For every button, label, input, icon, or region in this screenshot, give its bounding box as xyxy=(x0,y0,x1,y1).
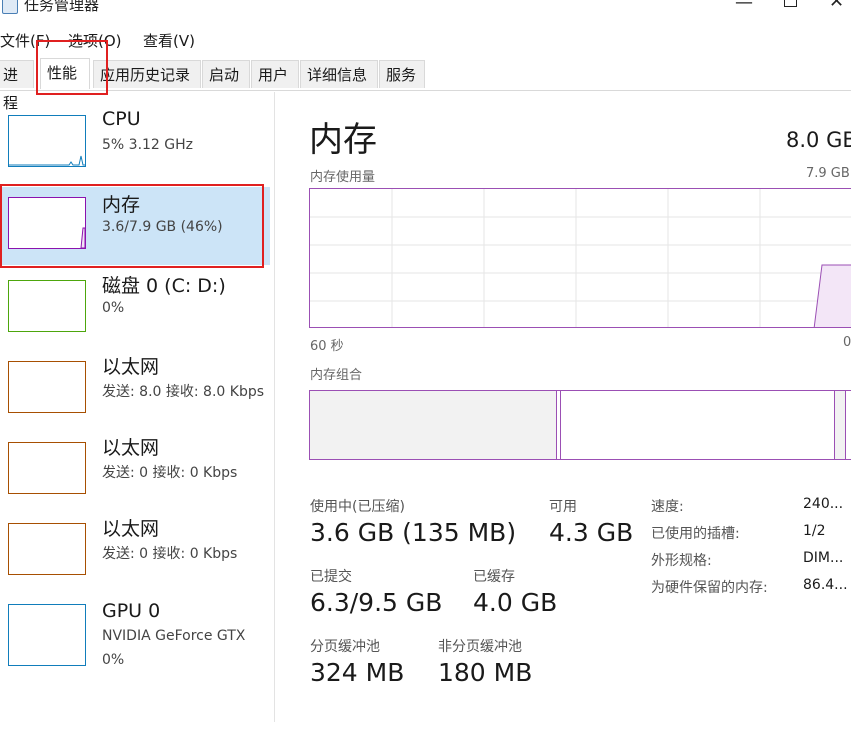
tab-startup[interactable]: 启动 xyxy=(202,60,250,88)
composition-in-use xyxy=(310,391,557,459)
sidebar-item-ethernet-1[interactable]: 以太网 发送: 8.0 接收: 8.0 Kbps xyxy=(0,349,270,429)
sidebar-item-label: 以太网 xyxy=(102,356,160,378)
time-axis-start: 60 秒 xyxy=(310,339,344,354)
sidebar-item-value: 发送: 8.0 接收: 8.0 Kbps xyxy=(102,384,265,400)
detail-reserved-value: 86.4... xyxy=(803,577,848,593)
sidebar-item-label: 以太网 xyxy=(102,518,160,540)
stat-paged-pool-label: 分页缓冲池 xyxy=(310,639,380,655)
tab-details[interactable]: 详细信息 xyxy=(300,60,378,88)
memory-composition-bar xyxy=(309,390,851,460)
ethernet-thumbnail-graph xyxy=(8,523,86,575)
sidebar-item-value: NVIDIA GeForce GTX xyxy=(102,628,246,644)
highlight-memory-item xyxy=(0,184,264,268)
stat-committed-label: 已提交 xyxy=(310,569,352,585)
memory-total: 8.0 GB xyxy=(786,128,851,152)
time-axis-end: 0 xyxy=(843,335,851,350)
sidebar-item-ethernet-3[interactable]: 以太网 发送: 0 接收: 0 Kbps xyxy=(0,511,270,591)
stat-available-label: 可用 xyxy=(549,499,577,515)
detail-slots-value: 1/2 xyxy=(803,523,826,539)
page-title: 内存 xyxy=(309,120,377,160)
stat-nonpaged-pool-value: 180 MB xyxy=(438,658,533,687)
maximize-button[interactable] xyxy=(784,0,797,7)
sidebar-item-cpu[interactable]: CPU 5% 3.12 GHz xyxy=(0,105,270,185)
composition-label: 内存组合 xyxy=(310,368,363,383)
sidebar-item-value: 发送: 0 接收: 0 Kbps xyxy=(102,465,238,481)
stat-available-value: 4.3 GB xyxy=(549,518,634,547)
stat-nonpaged-pool-label: 非分页缓冲池 xyxy=(438,639,522,655)
cpu-thumbnail-graph xyxy=(8,115,86,167)
tab-processes[interactable]: 进程 xyxy=(0,60,34,112)
ethernet-thumbnail-graph xyxy=(8,361,86,413)
ethernet-thumbnail-graph xyxy=(8,442,86,494)
menu-bar: 文件(F) 选项(O) 查看(V) xyxy=(0,28,851,52)
stat-cached-label: 已缓存 xyxy=(473,569,515,585)
detail-form-factor-label: 外形规格: xyxy=(651,553,712,569)
sidebar-item-label: 磁盘 0 (C: D:) xyxy=(102,275,226,297)
sidebar-item-value: 发送: 0 接收: 0 Kbps xyxy=(102,546,238,562)
detail-form-factor-value: DIM... xyxy=(803,550,844,566)
sidebar-item-value: 5% 3.12 GHz xyxy=(102,137,194,153)
sidebar-divider xyxy=(274,92,275,722)
sidebar-item-value: 0% xyxy=(102,300,125,316)
menu-view[interactable]: 查看(V) xyxy=(143,30,195,51)
stat-in-use-value: 3.6 GB (135 MB) xyxy=(310,518,517,547)
highlight-performance-tab xyxy=(36,40,108,95)
tab-app-history[interactable]: 应用历史记录 xyxy=(93,60,201,88)
tab-users[interactable]: 用户 xyxy=(251,60,299,88)
stat-in-use-label: 使用中(已压缩) xyxy=(310,499,405,515)
sidebar-item-gpu[interactable]: GPU 0 NVIDIA GeForce GTX 0% xyxy=(0,592,270,682)
stat-paged-pool-value: 324 MB xyxy=(310,658,405,687)
sidebar-item-disk[interactable]: 磁盘 0 (C: D:) 0% xyxy=(0,268,270,348)
sidebar-item-label: GPU 0 xyxy=(102,600,161,622)
title-bar: 任务管理器 — ✕ xyxy=(0,0,851,18)
sidebar-item-value: 0% xyxy=(102,652,125,668)
sidebar-item-label: 以太网 xyxy=(102,437,160,459)
stat-committed-value: 6.3/9.5 GB xyxy=(310,588,443,617)
window-title: 任务管理器 xyxy=(24,0,100,14)
disk-thumbnail-graph xyxy=(8,280,86,332)
tab-bar: 进程 性能 应用历史记录 启动 用户 详细信息 服务 xyxy=(0,56,851,112)
detail-speed-value: 240... xyxy=(803,496,844,512)
gpu-thumbnail-graph xyxy=(8,604,86,666)
detail-slots-label: 已使用的插槽: xyxy=(651,526,740,542)
composition-modified xyxy=(560,391,561,459)
usage-graph-label: 内存使用量 xyxy=(310,170,376,185)
close-button[interactable]: ✕ xyxy=(829,0,844,12)
composition-standby xyxy=(834,391,846,459)
detail-reserved-label: 为硬件保留的内存: xyxy=(651,580,768,596)
usage-graph-max: 7.9 GB xyxy=(806,166,850,181)
stat-cached-value: 4.0 GB xyxy=(473,588,558,617)
sidebar-item-ethernet-2[interactable]: 以太网 发送: 0 接收: 0 Kbps xyxy=(0,430,270,510)
detail-speed-label: 速度: xyxy=(651,499,684,515)
tab-services[interactable]: 服务 xyxy=(379,60,425,88)
task-manager-icon xyxy=(2,0,18,14)
minimize-button[interactable]: — xyxy=(735,0,753,13)
memory-usage-graph xyxy=(309,188,851,328)
sidebar-item-label: CPU xyxy=(102,108,141,130)
